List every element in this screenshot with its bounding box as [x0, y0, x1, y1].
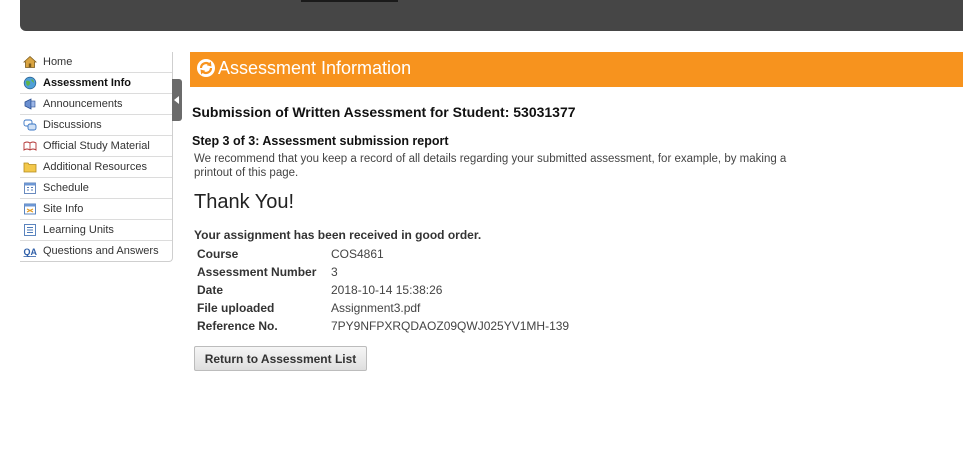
sidebar-item-label: Site Info: [43, 203, 84, 215]
sidebar-item-official-study-material[interactable]: Official Study Material: [20, 136, 172, 157]
svg-text:QA: QA: [24, 247, 38, 257]
sidebar-item-home[interactable]: Home: [20, 52, 172, 73]
recommendation-text: We recommend that you keep a record of a…: [194, 153, 787, 179]
page-heading: Submission of Written Assessment for Stu…: [192, 104, 576, 120]
sidebar-item-label: Questions and Answers: [43, 245, 159, 257]
book-icon: [23, 139, 37, 153]
detail-value: COS4861: [331, 247, 384, 261]
sidebar-item-label: Discussions: [43, 119, 102, 131]
detail-value: 7PY9NFPXRQDAOZ09QWJ025YV1MH-139: [331, 319, 570, 333]
sidebar-item-questions-and-answers[interactable]: QA Questions and Answers: [20, 241, 172, 261]
table-row: File uploaded Assignment3.pdf: [197, 299, 569, 317]
detail-label: Reference No.: [197, 319, 278, 333]
qa-icon: QA: [23, 244, 37, 258]
top-header-bar: [20, 0, 963, 31]
thank-you-heading: Thank You!: [194, 191, 295, 213]
banner-title: Assessment Information: [218, 58, 412, 78]
tool-menu: Home Assessment Info Announcements Discu…: [20, 52, 173, 262]
info-icon: [23, 202, 37, 216]
home-icon: [23, 55, 37, 69]
sidebar-item-discussions[interactable]: Discussions: [20, 115, 172, 136]
step-title: Step 3 of 3: Assessment submission repor…: [192, 134, 449, 148]
refresh-icon[interactable]: [196, 58, 216, 78]
detail-label: Assessment Number: [197, 265, 317, 279]
sidebar-item-learning-units[interactable]: Learning Units: [20, 220, 172, 241]
table-row: Assessment Number 3: [197, 263, 569, 281]
detail-label: Date: [197, 283, 224, 297]
calendar-icon: [23, 181, 37, 195]
sidebar-item-schedule[interactable]: Schedule: [20, 178, 172, 199]
sidebar-item-label: Assessment Info: [43, 77, 132, 89]
table-row: Course COS4861: [197, 245, 569, 263]
folder-icon: [23, 160, 37, 174]
collapse-sidebar-toggle[interactable]: [172, 79, 182, 121]
sidebar-item-label: Official Study Material: [43, 140, 150, 152]
sidebar-item-label: Learning Units: [43, 224, 114, 236]
detail-value: Assignment3.pdf: [331, 301, 421, 315]
header-tab-indicator: [301, 0, 398, 2]
sidebar-item-site-info[interactable]: Site Info: [20, 199, 172, 220]
sidebar-item-announcements[interactable]: Announcements: [20, 94, 172, 115]
sidebar-item-label: Additional Resources: [43, 161, 147, 173]
sidebar-item-assessment-info[interactable]: Assessment Info: [20, 73, 172, 94]
sidebar-item-additional-resources[interactable]: Additional Resources: [20, 157, 172, 178]
submission-details-table: Course COS4861 Assessment Number 3 Date …: [197, 245, 569, 335]
speech-bubbles-icon: [23, 118, 37, 132]
globe-icon: [23, 76, 37, 90]
return-to-assessment-list-button[interactable]: Return to Assessment List: [194, 346, 367, 371]
sidebar-item-label: Schedule: [43, 182, 89, 194]
table-row: Reference No. 7PY9NFPXRQDAOZ09QWJ025YV1M…: [197, 317, 569, 335]
list-icon: [23, 223, 37, 237]
megaphone-icon: [23, 97, 37, 111]
tool-title-banner: Assessment Information: [190, 52, 963, 87]
detail-value: 2018-10-14 15:38:26: [331, 283, 443, 297]
detail-label: File uploaded: [197, 301, 275, 315]
received-message: Your assignment has been received in goo…: [194, 228, 482, 242]
detail-value: 3: [331, 265, 338, 279]
sidebar-item-label: Home: [43, 56, 73, 68]
sidebar-item-label: Announcements: [43, 98, 123, 110]
table-row: Date 2018-10-14 15:38:26: [197, 281, 569, 299]
detail-label: Course: [197, 247, 239, 261]
